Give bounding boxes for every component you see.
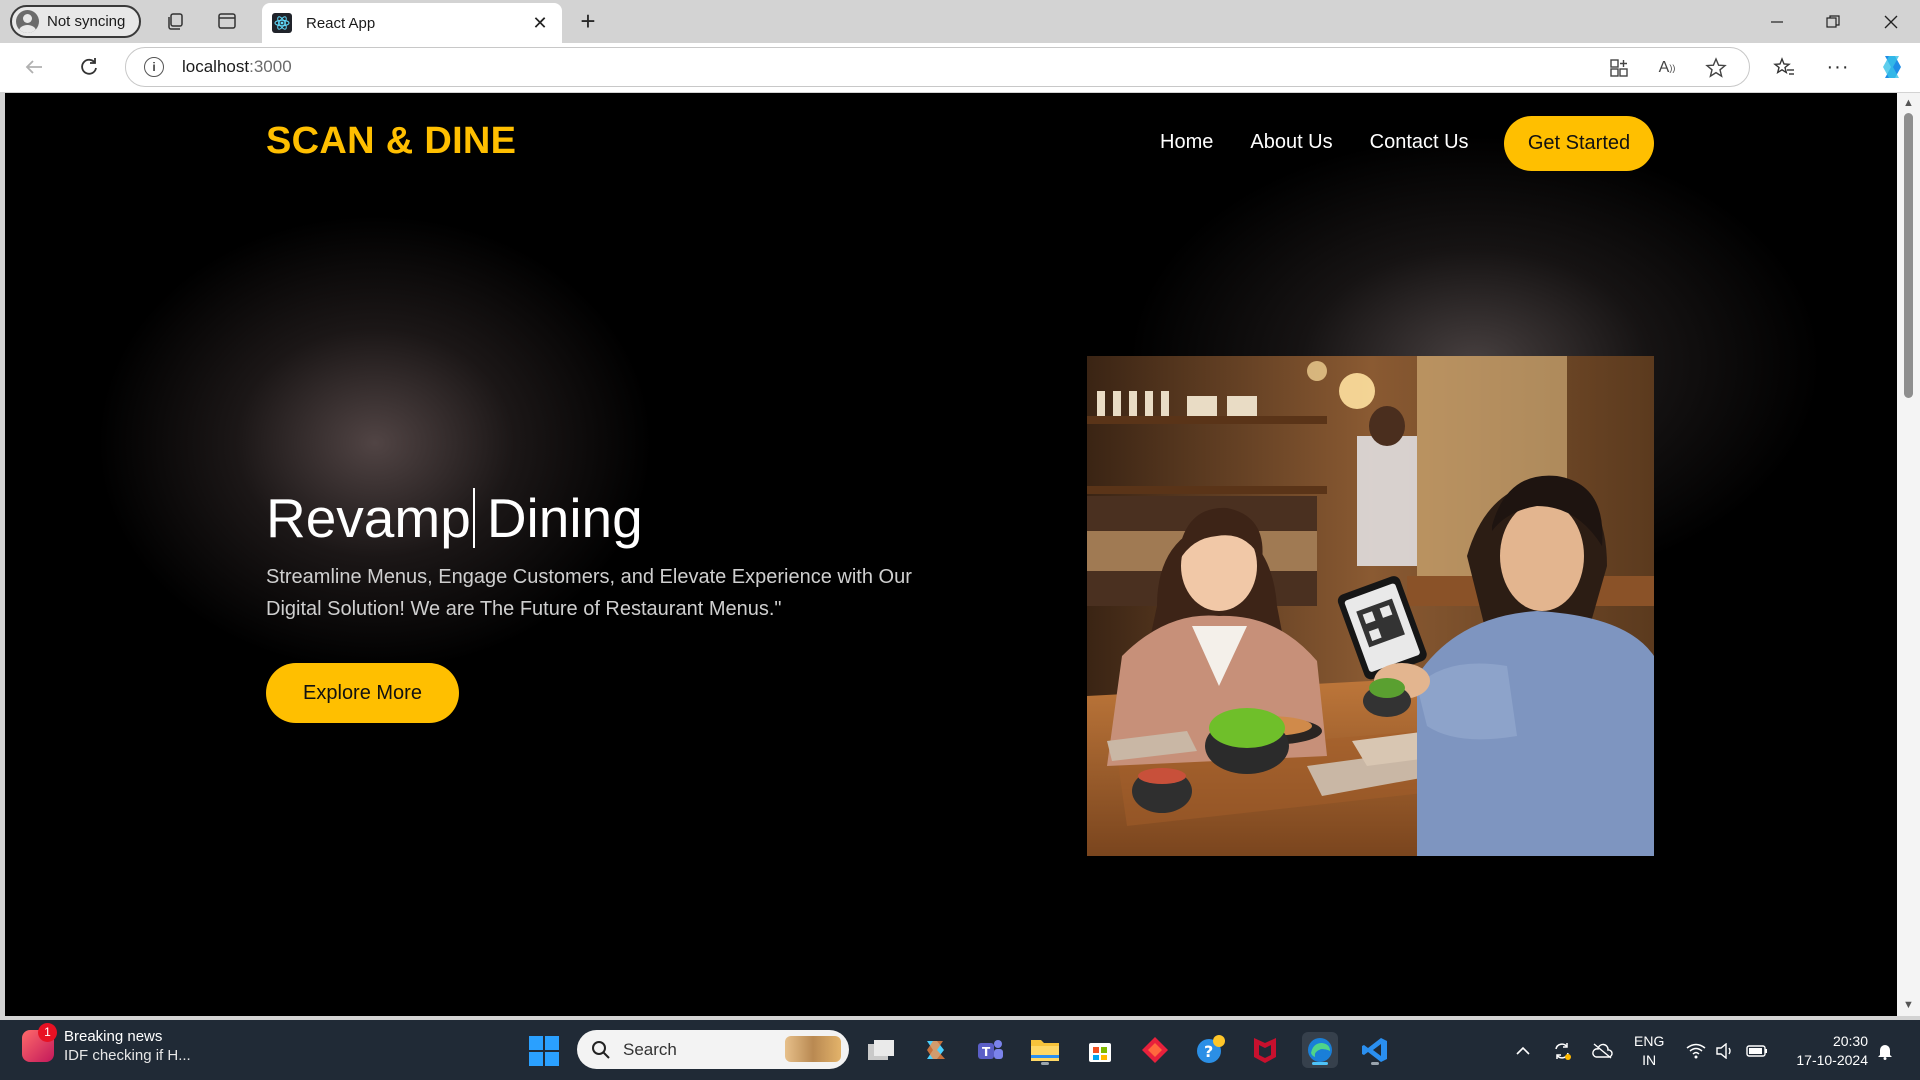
back-icon[interactable]	[18, 51, 50, 83]
site-info-icon[interactable]: i	[144, 57, 164, 77]
hero-title-word-2: Dining	[486, 487, 643, 549]
news-text: Breaking news IDF checking if H...	[64, 1028, 191, 1064]
tab-title: React App	[306, 14, 376, 32]
clock-date: 17-10-2024	[1796, 1052, 1868, 1068]
microsoft-store-icon[interactable]	[1082, 1032, 1118, 1068]
browser-tab-bar: Not syncing React App ✕ +	[0, 0, 1920, 43]
volume-icon[interactable]	[1714, 1040, 1736, 1062]
minimize-icon[interactable]	[1754, 6, 1800, 38]
running-indicator	[1041, 1062, 1049, 1065]
nav-link-about-us[interactable]: About Us	[1250, 131, 1332, 154]
workspaces-icon[interactable]	[160, 5, 192, 37]
nav-links: Home About Us Contact Us	[1160, 131, 1506, 154]
vscode-icon[interactable]	[1357, 1032, 1393, 1068]
notification-bell-icon[interactable]	[1874, 1040, 1896, 1062]
react-favicon-icon	[272, 13, 292, 33]
sync-icon[interactable]	[1551, 1040, 1573, 1062]
nav-link-home[interactable]: Home	[1160, 131, 1213, 154]
search-highlight-art-icon	[785, 1036, 841, 1062]
taskbar-search-label: Search	[623, 1039, 677, 1059]
edge-browser-icon[interactable]	[1302, 1032, 1338, 1068]
page-scrollbar[interactable]: ▲ ▼	[1897, 93, 1920, 1016]
more-menu-icon[interactable]: ···	[1822, 51, 1854, 83]
input-language-indicator[interactable]: ENG IN	[1634, 1032, 1664, 1070]
mcafee-icon[interactable]	[1247, 1032, 1283, 1068]
profile-avatar-icon	[16, 10, 39, 33]
address-text: localhost:3000	[182, 57, 292, 76]
app-available-icon[interactable]	[1606, 55, 1632, 81]
copilot-icon[interactable]	[1876, 51, 1908, 83]
hero-title: Revamp Dining	[266, 486, 643, 550]
news-widget-icon: 1	[22, 1023, 57, 1062]
show-hidden-icons-chevron-icon[interactable]	[1512, 1040, 1534, 1062]
news-subtitle: IDF checking if H...	[64, 1047, 191, 1064]
browser-toolbar: i localhost:3000 A)) ···	[0, 43, 1920, 92]
language-code: ENG	[1634, 1033, 1665, 1049]
tab-actions-icon[interactable]	[211, 5, 243, 37]
search-icon	[592, 1040, 610, 1059]
windows-taskbar: 1 Breaking news IDF checking if H... Sea…	[0, 1020, 1920, 1080]
close-tab-icon[interactable]: ✕	[528, 11, 552, 35]
scroll-down-icon[interactable]: ▼	[1902, 999, 1915, 1011]
scroll-up-icon[interactable]: ▲	[1902, 97, 1915, 109]
file-explorer-icon[interactable]	[1027, 1032, 1063, 1068]
restore-icon[interactable]	[1810, 6, 1856, 38]
news-title: Breaking news	[64, 1028, 163, 1045]
restaurant-qr-menu-photo	[1087, 356, 1654, 856]
taskbar-clock[interactable]: 20:30 17-10-2024	[1784, 1032, 1868, 1070]
news-badge: 1	[38, 1023, 57, 1042]
address-bar[interactable]: i localhost:3000 A))	[125, 47, 1750, 87]
copilot-app-icon[interactable]	[918, 1032, 954, 1068]
favorites-icon[interactable]	[1768, 51, 1800, 83]
get-started-button[interactable]: Get Started	[1504, 116, 1654, 171]
onedrive-offline-icon[interactable]	[1591, 1040, 1613, 1062]
explore-more-button[interactable]: Explore More	[266, 663, 459, 723]
tab-react-app[interactable]: React App ✕	[262, 3, 562, 43]
new-tab-icon[interactable]: +	[572, 5, 604, 37]
close-window-icon[interactable]	[1868, 6, 1914, 38]
windows-start-icon[interactable]	[529, 1036, 559, 1066]
profile-button[interactable]: Not syncing	[10, 5, 141, 38]
favorite-star-icon[interactable]	[1703, 55, 1729, 81]
region-code: IN	[1642, 1052, 1657, 1068]
task-view-icon[interactable]	[863, 1032, 899, 1068]
hero-subtitle: Streamline Menus, Engage Customers, and …	[266, 566, 912, 620]
hero-title-word-1: Revamp	[266, 487, 471, 549]
typing-caret	[472, 488, 475, 548]
news-widget[interactable]: 1 Breaking news IDF checking if H...	[22, 1023, 191, 1064]
svg-text:T: T	[982, 1045, 991, 1059]
scroll-thumb[interactable]	[1904, 113, 1913, 398]
site-navbar: SCAN & DINE Home About Us Contact Us Get…	[5, 93, 1897, 193]
red-app-icon[interactable]	[1137, 1032, 1173, 1068]
refresh-icon[interactable]	[73, 51, 105, 83]
active-indicator	[1312, 1062, 1328, 1065]
battery-icon[interactable]	[1746, 1040, 1768, 1062]
site-logo[interactable]: SCAN & DINE	[266, 120, 516, 163]
help-app-icon[interactable]: ?	[1192, 1032, 1228, 1068]
taskbar-search-box[interactable]: Search	[577, 1030, 849, 1069]
read-aloud-icon[interactable]: A))	[1654, 55, 1680, 81]
nav-link-contact-us[interactable]: Contact Us	[1370, 131, 1469, 154]
clock-time: 20:30	[1832, 1033, 1868, 1049]
profile-label: Not syncing	[47, 13, 126, 30]
svg-text:?: ?	[1204, 1042, 1213, 1061]
wifi-icon[interactable]	[1685, 1040, 1707, 1062]
page-viewport: SCAN & DINE Home About Us Contact Us Get…	[5, 93, 1897, 1016]
teams-icon[interactable]: T	[972, 1032, 1008, 1068]
running-indicator	[1371, 1062, 1379, 1065]
